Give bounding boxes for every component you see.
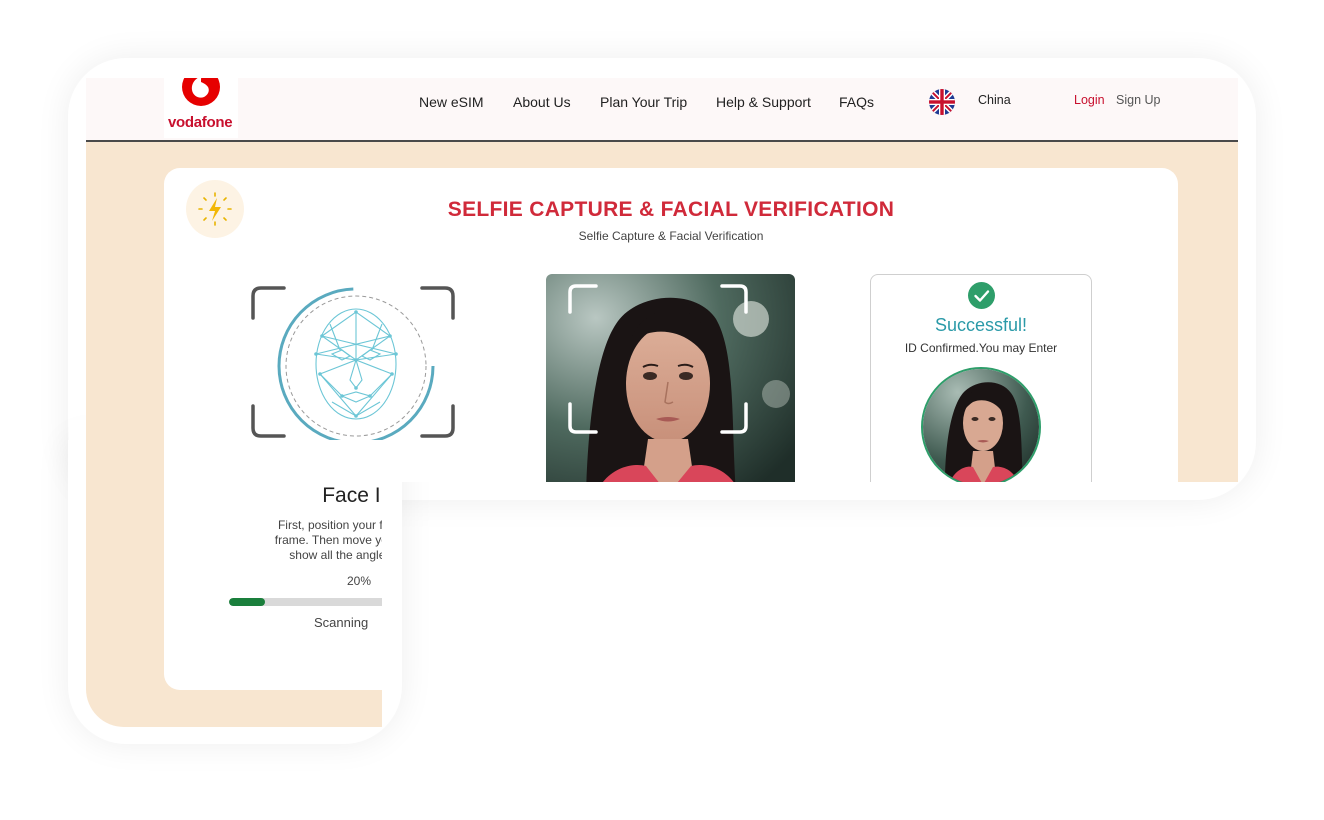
instruction-line: show all the angles c: [289, 548, 401, 562]
scan-progress-fill: [229, 598, 265, 606]
nav-help-support[interactable]: Help & Support: [716, 94, 811, 110]
face-scan-graphic: [250, 284, 456, 445]
selfie-photo: [546, 274, 795, 494]
country-selector[interactable]: China: [978, 93, 1011, 107]
nav-faqs[interactable]: FAQs: [839, 94, 874, 110]
screen: vodafone New eSIM About Us Plan Your Tri…: [86, 78, 1238, 727]
nav-new-esim[interactable]: New eSIM: [419, 94, 484, 110]
verification-card: SELFIE CAPTURE & FACIAL VERIFICATION Sel…: [164, 168, 1178, 690]
login-link[interactable]: Login: [1074, 93, 1105, 107]
success-message: ID Confirmed.You may Enter: [904, 341, 1058, 355]
scan-progress-bar: [229, 598, 409, 606]
face-id-instructions: First, position your face ir frame. Then…: [220, 518, 470, 563]
instruction-line: First, position your face ir: [277, 518, 413, 532]
nav-plan-your-trip[interactable]: Plan Your Trip: [600, 94, 687, 110]
brand-name: vodafone: [168, 114, 233, 131]
success-title: Successful!: [934, 315, 1028, 335]
signup-link[interactable]: Sign Up: [1116, 93, 1160, 107]
page-subtitle: Selfie Capture & Facial Verification: [578, 229, 764, 243]
vodafone-speechmark-icon: [182, 78, 220, 106]
verified-avatar: [921, 367, 1041, 487]
uk-flag-icon[interactable]: [929, 89, 955, 115]
vodafone-logo[interactable]: vodafone: [164, 78, 238, 138]
verification-result-panel: Successful! ID Confirmed.You may Enter: [870, 274, 1092, 516]
instruction-line: frame. Then move your he: [274, 533, 416, 547]
check-icon: [968, 282, 995, 309]
top-navbar: vodafone New eSIM About Us Plan Your Tri…: [86, 78, 1238, 142]
nav-about-us[interactable]: About Us: [513, 94, 571, 110]
page-title: SELFIE CAPTURE & FACIAL VERIFICATION: [447, 198, 895, 221]
